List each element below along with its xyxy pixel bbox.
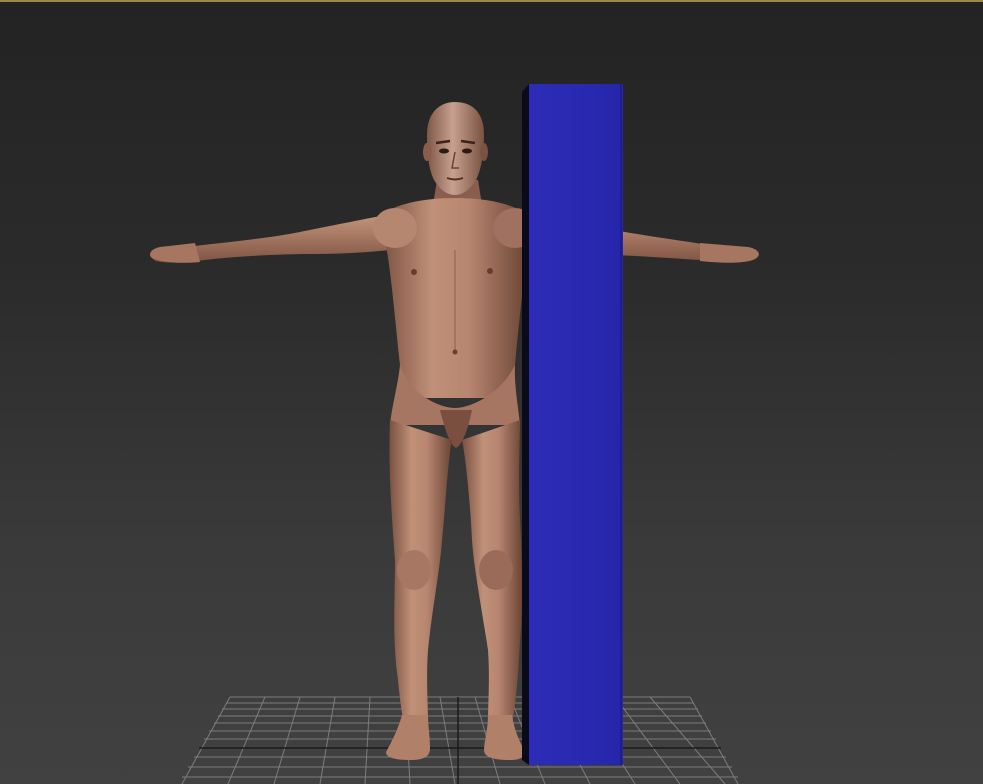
left-eye bbox=[439, 148, 449, 154]
box-front-face bbox=[529, 84, 623, 765]
ground-grid-axes bbox=[199, 697, 721, 784]
left-ear bbox=[423, 143, 431, 161]
human-figure[interactable] bbox=[150, 102, 759, 760]
right-foot bbox=[484, 715, 525, 760]
right-ear bbox=[480, 143, 488, 161]
right-hand bbox=[700, 243, 759, 263]
ground-grid bbox=[181, 696, 739, 784]
right-nipple bbox=[487, 268, 493, 274]
left-foot bbox=[386, 715, 430, 760]
box-object[interactable] bbox=[522, 84, 623, 765]
right-eye bbox=[462, 148, 472, 154]
scene-canvas[interactable] bbox=[0, 0, 983, 784]
left-knee bbox=[397, 550, 431, 590]
left-shoulder bbox=[373, 208, 417, 248]
navel bbox=[452, 349, 458, 355]
box-left-face bbox=[522, 84, 529, 765]
right-knee bbox=[479, 550, 513, 590]
left-hand bbox=[150, 243, 200, 263]
left-nipple bbox=[411, 269, 417, 275]
perspective-viewport[interactable] bbox=[0, 0, 983, 784]
